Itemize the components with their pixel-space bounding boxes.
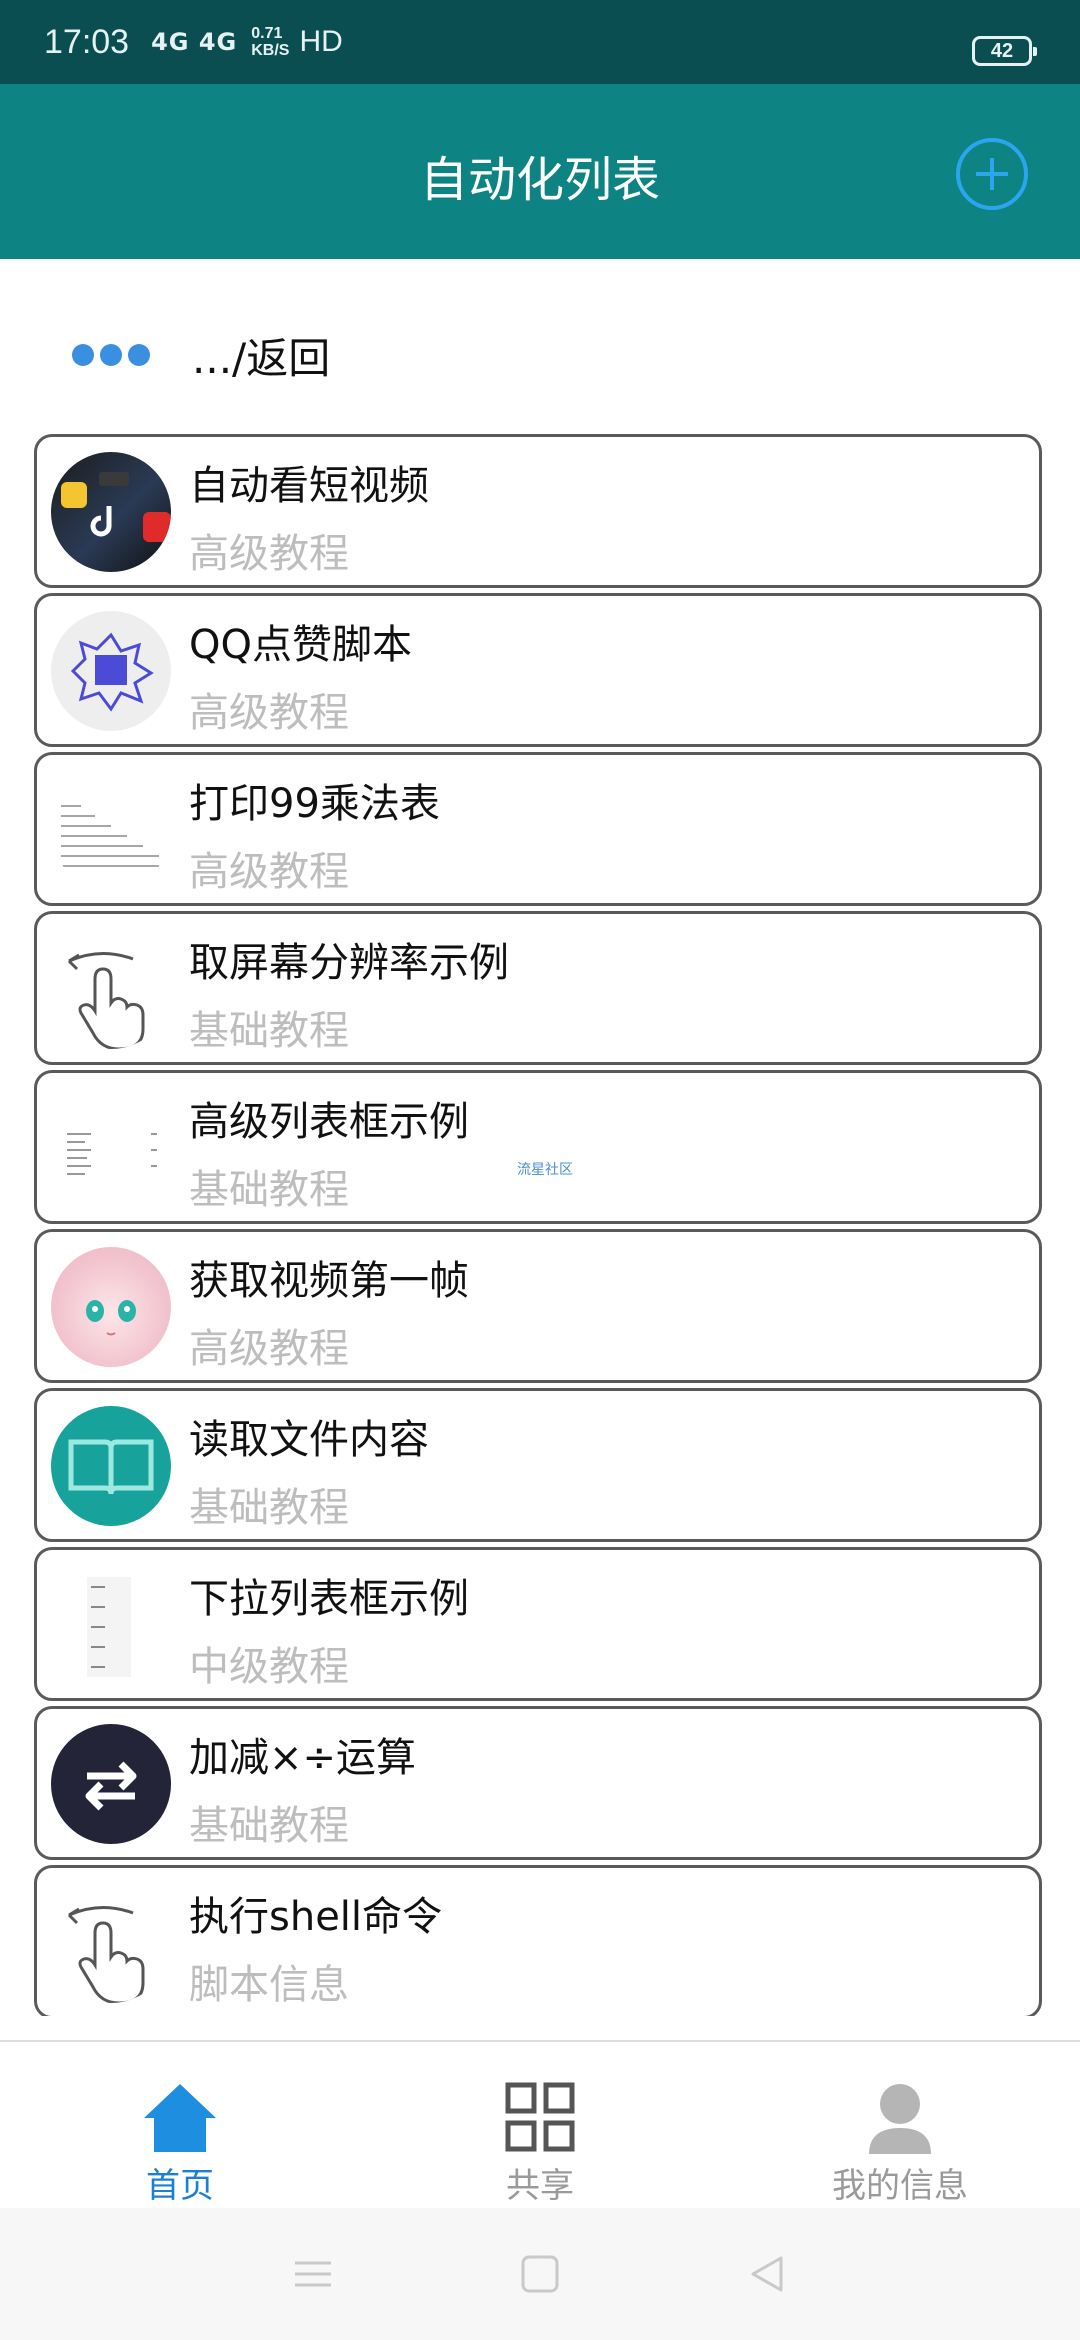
network-speed-unit: KB/S: [251, 42, 290, 59]
list-item[interactable]: 取屏幕分辨率示例 基础教程: [34, 911, 1042, 1065]
item-title: 自动看短视频: [189, 463, 429, 509]
nav-home-label: 首页: [146, 2166, 214, 2206]
bottom-nav: 首页 共享 我的信息: [0, 2040, 1080, 2208]
item-subtitle: 基础教程: [189, 1167, 349, 1213]
list-item[interactable]: QQ点赞脚本 高级教程: [34, 593, 1042, 747]
page-title: 自动化列表: [419, 152, 660, 208]
item-title: 下拉列表框示例: [189, 1576, 469, 1622]
item-subtitle: 基础教程: [189, 1803, 349, 1849]
item-subtitle: 基础教程: [189, 1485, 349, 1531]
home-icon: [140, 2080, 220, 2154]
swipe-hand-icon: [51, 929, 171, 1049]
status-time: 17:03: [44, 22, 130, 61]
nav-share[interactable]: 共享: [360, 2042, 720, 2208]
dropdown-list-thumbnail: [51, 1565, 171, 1685]
back-label: .../返回: [192, 333, 331, 383]
anime-girl-thumbnail: [51, 1247, 171, 1367]
more-dots-icon: [72, 344, 156, 366]
item-subtitle: 中级教程: [189, 1644, 349, 1690]
item-subtitle: 高级教程: [189, 690, 349, 736]
back-row[interactable]: .../返回: [0, 300, 1080, 410]
script-list[interactable]: 自动看短视频 高级教程 QQ点赞脚本 高级教程 打印99乘法表 高级教程 取屏幕…: [34, 434, 1042, 2016]
item-title: 高级列表框示例: [189, 1099, 469, 1145]
home-square-icon[interactable]: [520, 2254, 560, 2294]
item-subtitle: 高级教程: [189, 531, 349, 577]
swipe-hand-icon: [51, 1883, 171, 2003]
battery-icon: 42: [972, 36, 1037, 66]
list-preview-thumbnail: [51, 1088, 171, 1208]
book-icon: [51, 1406, 171, 1526]
list-item[interactable]: 获取视频第一帧 高级教程: [34, 1229, 1042, 1383]
user-icon: [860, 2080, 940, 2154]
grid-icon: [500, 2080, 580, 2154]
item-title: 执行shell命令: [189, 1894, 443, 1940]
signal-icon: 4G 4G: [151, 28, 238, 56]
list-item[interactable]: 打印99乘法表 高级教程: [34, 752, 1042, 906]
item-subtitle: 基础教程: [189, 1008, 349, 1054]
list-item[interactable]: 加减×÷运算 基础教程: [34, 1706, 1042, 1860]
item-subtitle: 脚本信息: [189, 1962, 349, 2008]
nav-profile-label: 我的信息: [832, 2166, 968, 2206]
list-item[interactable]: 执行shell命令 脚本信息: [34, 1865, 1042, 2016]
status-bar: 17:03 4G 4G 0.71 KB/S HD 42: [0, 0, 1080, 84]
hd-indicator: HD: [299, 25, 343, 58]
list-item[interactable]: 读取文件内容 基础教程: [34, 1388, 1042, 1542]
item-title: 打印99乘法表: [189, 781, 440, 827]
list-item[interactable]: 自动看短视频 高级教程: [34, 434, 1042, 588]
item-title: 获取视频第一帧: [189, 1258, 469, 1304]
network-speed: 0.71 KB/S: [251, 25, 289, 59]
system-nav-bar: [0, 2208, 1080, 2340]
item-subtitle: 高级教程: [189, 1326, 349, 1372]
nav-home[interactable]: 首页: [0, 2042, 360, 2208]
nav-profile[interactable]: 我的信息: [720, 2042, 1080, 2208]
add-button[interactable]: [956, 138, 1028, 210]
back-triangle-icon[interactable]: [747, 2254, 787, 2294]
video-apps-thumbnail: [51, 452, 171, 572]
nav-share-label: 共享: [506, 2166, 574, 2206]
menu-icon[interactable]: [293, 2259, 333, 2289]
multiplication-table-thumbnail: [51, 770, 171, 890]
network-speed-value: 0.71: [251, 25, 283, 42]
like-stamp-thumbnail: [51, 611, 171, 731]
item-title: 读取文件内容: [189, 1417, 429, 1463]
item-title: 加减×÷运算: [189, 1735, 417, 1781]
item-subtitle: 高级教程: [189, 849, 349, 895]
list-item[interactable]: 高级列表框示例 基础教程 流星社区: [34, 1070, 1042, 1224]
list-item[interactable]: 下拉列表框示例 中级教程: [34, 1547, 1042, 1701]
swap-arrows-icon: [51, 1724, 171, 1844]
item-title: QQ点赞脚本: [189, 622, 412, 668]
app-bar: 自动化列表: [0, 84, 1080, 259]
item-title: 取屏幕分辨率示例: [189, 940, 509, 986]
overlay-label: 流星社区: [517, 1162, 573, 1178]
